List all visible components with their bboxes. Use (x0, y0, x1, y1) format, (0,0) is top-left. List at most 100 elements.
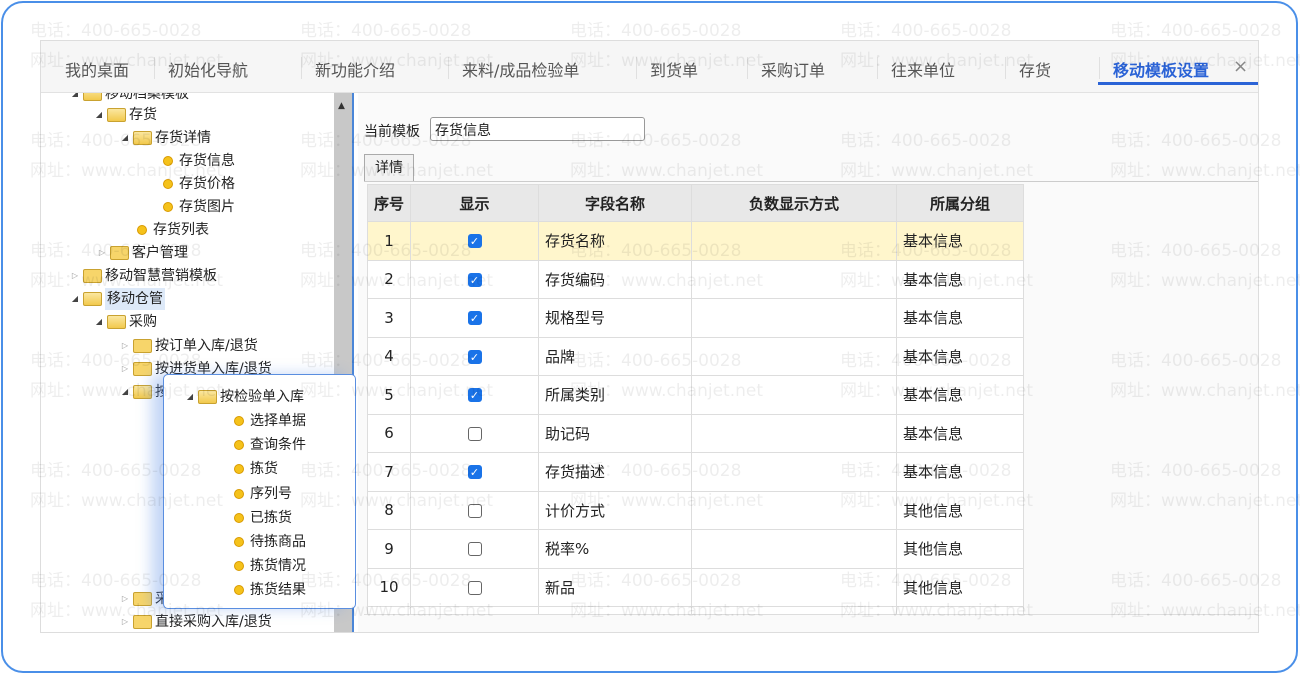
column-header[interactable]: 显示 (410, 184, 539, 222)
negative-display[interactable] (691, 452, 897, 492)
collapsed-arrow-icon[interactable]: ▷ (69, 265, 81, 287)
show-checkbox[interactable] (467, 542, 482, 557)
table-row[interactable]: 1 ✓ 存货名称 基本信息 (367, 221, 1024, 261)
row-number: 1 (367, 221, 411, 261)
table-row[interactable]: 4 ✓ 品牌 基本信息 (367, 336, 1024, 376)
show-checkbox[interactable] (467, 426, 482, 441)
tab-5[interactable]: 采购订单 (761, 57, 825, 81)
tab-7[interactable]: 存货 (1019, 57, 1051, 81)
expanded-arrow-icon[interactable]: ◢ (69, 93, 81, 105)
column-header[interactable]: 负数显示方式 (691, 184, 897, 222)
table-row[interactable]: 8 计价方式 其他信息 (367, 490, 1024, 530)
tree-item[interactable]: 选择单据 (234, 410, 306, 432)
tree-item[interactable]: ▷ 客户管理 (96, 242, 188, 264)
collapsed-arrow-icon[interactable]: ▷ (119, 588, 131, 610)
expanded-arrow-icon[interactable]: ◢ (184, 386, 196, 408)
leaf-node-icon (163, 156, 173, 166)
column-header[interactable]: 字段名称 (538, 184, 692, 222)
negative-display[interactable] (691, 567, 897, 607)
show-checkbox[interactable]: ✓ (467, 349, 482, 364)
tab-4[interactable]: 到货单 (650, 57, 698, 81)
negative-display[interactable] (691, 490, 897, 530)
field-table-container: 序号 显示 字段名称 负数显示方式 所属分组 1 ✓ 存货名称 基本信息 2 ✓ 存货编码 基本信息 3… (364, 181, 1258, 624)
tab-8[interactable]: 移动模板设置 (1113, 57, 1209, 81)
show-checkbox[interactable]: ✓ (467, 272, 482, 287)
table-row[interactable]: 7 ✓ 存货描述 基本信息 (367, 452, 1024, 492)
table-row[interactable]: 2 ✓ 存货编码 基本信息 (367, 259, 1024, 299)
show-checkbox[interactable]: ✓ (467, 234, 482, 249)
tree-item[interactable]: ◢ 存货详情 (119, 127, 211, 149)
show-checkbox[interactable]: ✓ (467, 388, 482, 403)
column-header[interactable]: 序号 (367, 184, 411, 222)
show-cell: ✓ (410, 221, 539, 261)
tree-item[interactable]: 存货图片 (163, 196, 235, 218)
tab-detail[interactable]: 详情 (364, 154, 414, 181)
tab-1[interactable]: 初始化导航 (168, 57, 248, 81)
negative-display[interactable] (691, 413, 897, 453)
tree-item[interactable]: 待拣商品 (234, 531, 306, 553)
close-tab-icon[interactable]: × (1233, 56, 1248, 77)
horizontal-scrollbar[interactable] (364, 614, 1258, 624)
table-row[interactable]: 5 ✓ 所属类别 基本信息 (367, 375, 1024, 415)
show-checkbox[interactable]: ✓ (467, 311, 482, 326)
tab-3[interactable]: 来料/成品检验单 (462, 57, 579, 81)
tree-item[interactable]: 已拣货 (234, 507, 292, 529)
negative-display[interactable] (691, 298, 897, 338)
show-checkbox[interactable]: ✓ (467, 465, 482, 480)
tab-2[interactable]: 新功能介绍 (315, 57, 395, 81)
collapsed-arrow-icon[interactable]: ▷ (119, 358, 131, 380)
tree-item[interactable]: 存货价格 (163, 173, 235, 195)
collapsed-arrow-icon[interactable]: ▷ (119, 611, 131, 632)
expanded-arrow-icon[interactable]: ◢ (69, 288, 81, 310)
column-header[interactable]: 所属分组 (896, 184, 1024, 222)
collapsed-arrow-icon[interactable]: ▷ (119, 335, 131, 357)
table-row[interactable]: 6 助记码 基本信息 (367, 413, 1024, 453)
folder-icon (83, 269, 102, 283)
leaf-node-icon (234, 464, 244, 475)
expanded-arrow-icon[interactable]: ◢ (119, 127, 131, 149)
tree-item[interactable]: 查询条件 (234, 434, 306, 456)
negative-display[interactable] (691, 529, 897, 569)
field-group: 基本信息 (896, 336, 1024, 376)
tree-item-label: 存货价格 (179, 176, 235, 192)
expanded-arrow-icon[interactable]: ◢ (93, 311, 105, 333)
folder-icon (133, 615, 152, 629)
tree-item[interactable]: ▷ 直接采购入库/退货 (119, 611, 272, 632)
active-tab-indicator (1098, 82, 1258, 85)
tree-item[interactable]: ◢ 采购 (93, 311, 157, 333)
negative-display[interactable] (691, 375, 897, 415)
expanded-arrow-icon[interactable]: ◢ (93, 104, 105, 126)
show-checkbox[interactable] (467, 580, 482, 595)
template-input[interactable]: 存货信息 (430, 117, 645, 141)
expanded-arrow-icon[interactable]: ◢ (119, 381, 131, 403)
tab-divider (1005, 57, 1006, 79)
table-row[interactable]: 10 新品 其他信息 (367, 567, 1024, 607)
negative-display[interactable] (691, 336, 897, 376)
collapsed-arrow-icon[interactable]: ▷ (96, 242, 108, 264)
tree-item[interactable]: 序列号 (234, 483, 292, 505)
tree-item[interactable]: 拣货结果 (234, 579, 306, 601)
tree-item[interactable]: 拣货 (234, 458, 278, 480)
scroll-up-icon[interactable]: ▲ (338, 101, 345, 111)
table-row[interactable]: 9 税率% 其他信息 (367, 529, 1024, 569)
negative-display[interactable] (691, 221, 897, 261)
tree-item[interactable]: 存货列表 (137, 219, 209, 241)
tab-0[interactable]: 我的桌面 (65, 57, 129, 81)
tree-item[interactable]: ▷ 移动智慧营销模板 (69, 265, 217, 287)
tree-item[interactable]: 拣货情况 (234, 555, 306, 577)
leaf-node-icon (163, 179, 173, 189)
table-row[interactable]: 3 ✓ 规格型号 基本信息 (367, 298, 1024, 338)
tab-divider (301, 57, 302, 79)
tree-item[interactable]: ◢ 存货 (93, 104, 157, 126)
tab-6[interactable]: 往来单位 (891, 57, 955, 81)
negative-display[interactable] (691, 259, 897, 299)
row-number: 7 (367, 452, 411, 492)
show-checkbox[interactable] (467, 503, 482, 518)
folder-open-icon (133, 385, 152, 399)
leaf-node-icon (234, 585, 244, 596)
tree-item[interactable]: ◢ 按检验单入库 (184, 386, 304, 408)
tree-item[interactable]: 存货信息 (163, 150, 235, 172)
tree-item[interactable]: ◢ 移动仓管 (69, 288, 165, 310)
tree-item[interactable]: ▷ 按订单入库/退货 (119, 335, 258, 357)
show-cell (410, 490, 539, 530)
